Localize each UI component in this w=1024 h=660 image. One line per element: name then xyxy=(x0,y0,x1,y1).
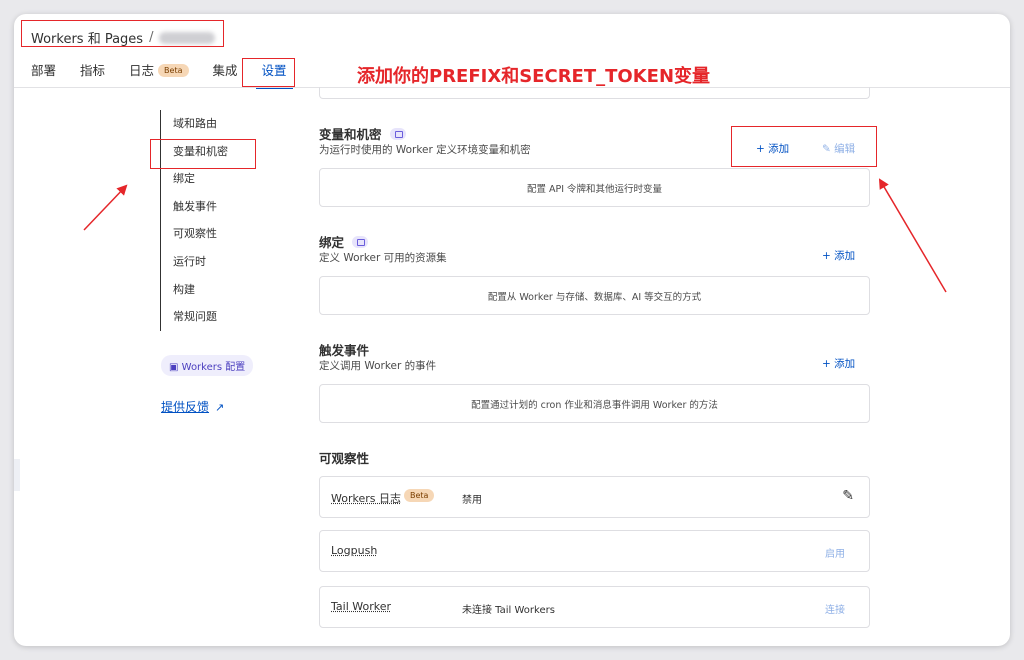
feedback-label: 提供反馈 xyxy=(161,400,210,414)
sidebar-item-domains[interactable]: 域和路由 xyxy=(161,110,228,138)
annotation-title: 添加你的PREFIX和SECRET_TOKEN变量 xyxy=(357,66,711,87)
tab-logs-label: 日志 xyxy=(129,63,155,78)
beta-badge: Beta xyxy=(404,489,435,502)
logpush-label[interactable]: Logpush xyxy=(331,544,377,557)
bindings-subtitle: 定义 Worker 可用的资源集 xyxy=(319,252,447,264)
tail-worker-status: 未连接 Tail Workers xyxy=(462,605,555,616)
sidebar-item-observability[interactable]: 可观察性 xyxy=(161,220,228,248)
logpush-enable-button[interactable]: 启用 xyxy=(825,545,845,560)
workers-logs-label[interactable]: Workers 日志 xyxy=(331,490,401,506)
external-link-icon: ↗ xyxy=(215,401,225,414)
previous-card-remnant xyxy=(319,87,870,99)
annotation-box-breadcrumb xyxy=(21,20,224,47)
arrow-to-variables-nav xyxy=(83,184,128,231)
triggers-title-text: 触发事件 xyxy=(319,343,370,358)
tab-integrations[interactable]: 集成 xyxy=(213,60,238,89)
sidebar-item-build[interactable]: 构建 xyxy=(161,276,228,304)
annotation-box-variables-nav xyxy=(150,139,256,169)
docs-icon[interactable] xyxy=(352,235,369,248)
docs-icon[interactable] xyxy=(389,127,406,140)
variables-title-text: 变量和机密 xyxy=(319,127,382,142)
sidebar-item-runtime[interactable]: 运行时 xyxy=(161,248,228,276)
logpush-row: Logpush 启用 xyxy=(319,530,870,572)
tab-logs[interactable]: 日志 Beta xyxy=(129,60,189,89)
beta-badge: Beta xyxy=(158,64,189,77)
workers-config-label: Workers 配置 xyxy=(181,362,246,373)
observability-section-title: 可观察性 xyxy=(319,448,369,467)
workers-logs-text: Workers 日志 xyxy=(331,492,401,505)
book-icon: ▣ xyxy=(169,362,182,373)
annotation-box-settings-tab xyxy=(242,58,295,87)
sidebar-item-bindings[interactable]: 绑定 xyxy=(161,165,228,193)
bindings-add-button[interactable]: + 添加 xyxy=(822,248,855,263)
arrow-to-add-button xyxy=(878,178,947,293)
left-edge-shade xyxy=(14,459,20,491)
workers-logs-status: 禁用 xyxy=(462,495,482,506)
tail-worker-connect-button[interactable]: 连接 xyxy=(825,601,845,616)
triggers-subtitle: 定义调用 Worker 的事件 xyxy=(319,360,437,372)
triggers-section-title: 触发事件 xyxy=(319,340,369,359)
workers-logs-row: Workers 日志 Beta 禁用 ✎ xyxy=(319,476,870,518)
tail-worker-row: Tail Worker 未连接 Tail Workers 连接 xyxy=(319,586,870,628)
triggers-empty-state: 配置通过计划的 cron 作业和消息事件调用 Worker 的方法 xyxy=(319,384,870,423)
sidebar-item-triggers[interactable]: 触发事件 xyxy=(161,193,228,221)
tab-metrics[interactable]: 指标 xyxy=(80,60,105,89)
bindings-title-text: 绑定 xyxy=(319,235,345,250)
variables-section-title: 变量和机密 xyxy=(319,124,406,143)
variables-subtitle: 为运行时使用的 Worker 定义环境变量和机密 xyxy=(319,144,531,156)
feedback-link[interactable]: 提供反馈 ↗ xyxy=(161,398,224,415)
annotation-box-add-edit xyxy=(731,126,877,167)
sidebar-item-general[interactable]: 常规问题 xyxy=(161,303,228,331)
tail-worker-label[interactable]: Tail Worker xyxy=(331,600,391,613)
bindings-section-title: 绑定 xyxy=(319,232,369,251)
tab-deployments[interactable]: 部署 xyxy=(31,60,56,89)
variables-empty-state: 配置 API 令牌和其他运行时变量 xyxy=(319,168,870,207)
bindings-empty-state: 配置从 Worker 与存储、数据库、AI 等交互的方式 xyxy=(319,276,870,315)
workers-config-link[interactable]: ▣ Workers 配置 xyxy=(161,355,254,376)
pencil-icon[interactable]: ✎ xyxy=(842,488,854,504)
observability-title-text: 可观察性 xyxy=(319,451,370,466)
app-window: Workers 和 Pages / 部署 指标 日志 Beta 集成 设置 添加你… xyxy=(14,14,1010,646)
triggers-add-button[interactable]: + 添加 xyxy=(822,356,855,371)
